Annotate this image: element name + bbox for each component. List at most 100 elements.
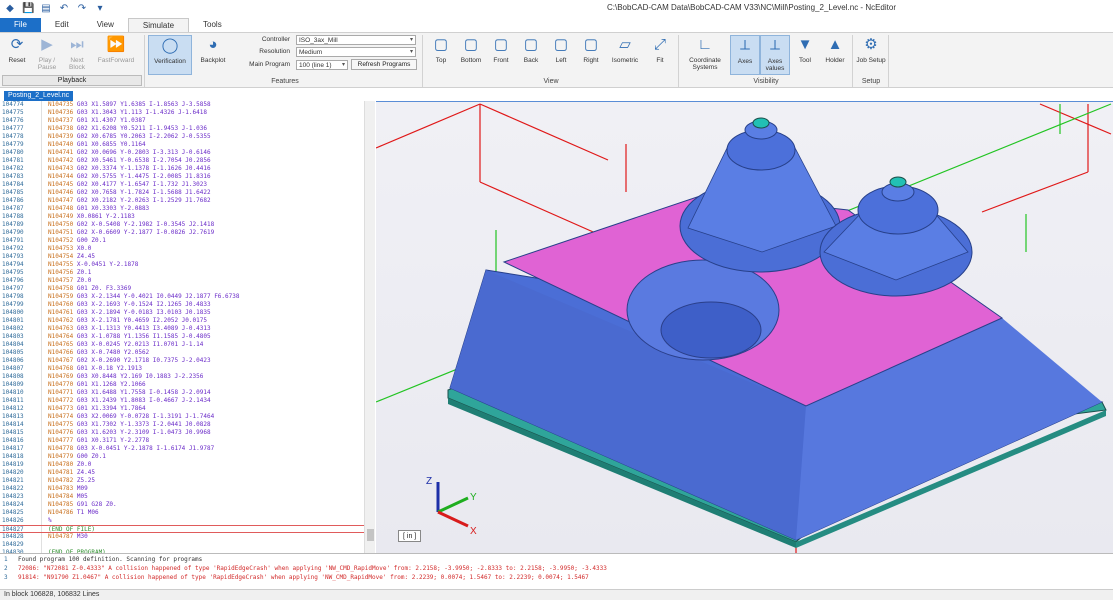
code-line[interactable]: 104791 N104752 G00 Z0.1 [0,237,372,245]
code-line[interactable]: 104797 N104758 G01 Z0. F3.3369 [0,285,372,293]
simulation-viewport[interactable]: Z Y X [ in ] [376,101,1113,553]
code-line[interactable]: 104783 N104744 G02 X0.5755 Y-1.4475 I-2.0… [0,173,372,181]
tool-button[interactable]: ▼ Tool [790,35,820,75]
code-line[interactable]: 104786 N104747 G02 X0.2182 Y-2.0263 I-1.2… [0,197,372,205]
code-line[interactable]: 104806 N104767 G02 X-0.2690 Y2.1718 I0.73… [0,357,372,365]
code-line[interactable]: 104810 N104771 G03 X1.6488 Y1.7558 I-0.14… [0,389,372,397]
playback-group-label[interactable]: Playback [2,75,142,86]
code-line[interactable]: 104824 N104785 G91 G28 Z0. [0,501,372,509]
dropdown-icon[interactable]: ▾ [94,3,106,15]
code-line[interactable]: 104802 N104763 G03 X-1.1313 Y0.4413 I3.40… [0,325,372,333]
code-line[interactable]: 104828 N104787 M30 [0,533,372,541]
code-line[interactable]: 104780 N104741 G02 X0.0696 Y-0.2803 I-3.3… [0,149,372,157]
code-line[interactable]: 104808 N104769 G03 X0.8448 Y2.169 I0.1883… [0,373,372,381]
code-line[interactable]: 104804 N104765 G03 X-0.0245 Y2.0213 I1.07… [0,341,372,349]
play-pause-button[interactable]: ▶ Play / Pause [32,35,62,75]
back-view-button[interactable]: ▢ Back [516,35,546,75]
code-line[interactable]: 104784 N104745 G02 X0.4177 Y-1.6547 I-1.7… [0,181,372,189]
code-line[interactable]: 104823 N104784 M05 [0,493,372,501]
code-line[interactable]: 104795 N104756 Z0.1 [0,269,372,277]
code-line[interactable]: 104809 N104770 G01 X1.1268 Y2.1066 [0,381,372,389]
backplot-button[interactable]: ◕ Backplot [196,35,230,75]
reset-button[interactable]: ⟳ Reset [2,35,32,75]
job-setup-button[interactable]: ⚙ Job Setup [856,35,886,75]
axes-values-button[interactable]: ⟂ Axes values [760,35,790,75]
code-line[interactable]: 104829 [0,541,372,549]
resolution-select[interactable]: Medium ▾ [296,47,416,57]
code-line[interactable]: 104811 N104772 G03 X1.2439 Y1.8083 I-0.46… [0,397,372,405]
code-line[interactable]: 104778 N104739 G02 X0.6785 Y0.2063 I-2.20… [0,133,372,141]
tab-tools[interactable]: Tools [189,18,236,32]
block-code: G02 X1.6208 Y0.5211 I-1.9453 J-1.036 [76,125,207,132]
controller-select[interactable]: ISO_3ax_Mill ▾ [296,35,416,45]
code-line[interactable]: 104815 N104776 G03 X1.6203 Y-2.3109 I-1.0… [0,429,372,437]
code-line[interactable]: 104820 N104781 Z4.45 [0,469,372,477]
code-line[interactable]: 104805 N104766 G03 X-0.7480 Y2.0562 [0,349,372,357]
code-line[interactable]: 104777 N104738 G02 X1.6208 Y0.5211 I-1.94… [0,125,372,133]
undo-icon[interactable]: ↶ [58,3,70,15]
code-line[interactable]: 104819 N104780 Z0.0 [0,461,372,469]
code-line[interactable]: 104813 N104774 G03 X2.0069 Y-0.0728 I-1.3… [0,413,372,421]
holder-button[interactable]: ▲ Holder [820,35,850,75]
code-line[interactable]: 104827 (END OF FILE) [0,525,372,533]
save-all-icon[interactable]: ▤ [40,3,52,15]
code-line[interactable]: 104782 N104743 G02 X0.3374 Y-1.1378 I-1.1… [0,165,372,173]
code-line[interactable]: 104814 N104775 G03 X1.7302 Y-1.3373 I-2.0… [0,421,372,429]
left-view-button[interactable]: ▢ Left [546,35,576,75]
code-line[interactable]: 104781 N104742 G02 X0.5461 Y-0.6538 I-2.7… [0,157,372,165]
code-line[interactable]: 104826 % [0,517,372,525]
code-line[interactable]: 104798 N104759 G03 X-2.1344 Y-0.4021 I0.0… [0,293,372,301]
code-line[interactable]: 104794 N104755 X-0.0451 Y-2.1878 [0,261,372,269]
axes-button[interactable]: ⟂ Axes [730,35,760,75]
code-line[interactable]: 104799 N104760 G03 X-2.1693 Y-0.1524 I2.1… [0,301,372,309]
code-line[interactable]: 104774 N104735 G03 X1.5897 Y1.6385 I-1.85… [0,101,372,109]
fit-button[interactable]: ⤢ Fit [645,35,675,75]
code-line[interactable]: 104796 N104757 Z0.0 [0,277,372,285]
code-text: N104773 G01 X1.3394 Y1.7864 [48,405,146,413]
isometric-view-button[interactable]: ▱ Isometric [606,35,644,75]
editor-scrollbar[interactable] [364,101,375,553]
code-line[interactable]: 104818 N104779 G00 Z0.1 [0,453,372,461]
code-line[interactable]: 104776 N104737 G01 X1.4307 Y1.0387 [0,117,372,125]
code-line[interactable]: 104785 N104746 G02 X0.7658 Y-1.7824 I-1.5… [0,189,372,197]
code-line[interactable]: 104816 N104777 G01 X0.3171 Y-2.2778 [0,437,372,445]
code-text: N104748 G01 X0.3303 Y-2.0883 [48,205,149,213]
code-line[interactable]: 104800 N104761 G03 X-2.1894 Y-0.0183 I3.0… [0,309,372,317]
refresh-programs-button[interactable]: Refresh Programs [351,59,417,70]
code-line[interactable]: 104822 N104783 M09 [0,485,372,493]
code-line[interactable]: 104792 N104753 X0.0 [0,245,372,253]
tab-simulate[interactable]: Simulate [127,18,190,32]
tab-view[interactable]: View [83,18,128,32]
coordinate-systems-button[interactable]: ∟ Coordinate Systems [682,35,728,75]
scrollbar-thumb[interactable] [367,529,374,541]
document-tab[interactable]: Posting_2_Level.nc [4,91,74,101]
code-line[interactable]: 104790 N104751 G02 X-0.6609 Y-2.1877 I-0.… [0,229,372,237]
next-block-button[interactable]: ⏭ Next Block [62,35,92,75]
code-line[interactable]: 104803 N104764 G03 X-1.0788 Y1.1356 I1.15… [0,333,372,341]
tab-file[interactable]: File [0,18,41,32]
code-line[interactable]: 104793 N104754 Z4.45 [0,253,372,261]
front-view-button[interactable]: ▢ Front [486,35,516,75]
code-line[interactable]: 104807 N104768 G01 X-0.18 Y2.1913 [0,365,372,373]
fast-forward-button[interactable]: ⏩ FastForward [94,35,138,75]
save-icon[interactable]: 💾 [22,3,34,15]
code-line[interactable]: 104825 N104786 T1 M06 [0,509,372,517]
tab-edit[interactable]: Edit [41,18,83,32]
right-view-button[interactable]: ▢ Right [576,35,606,75]
code-line[interactable]: 104779 N104740 G01 X0.6855 Y0.1164 [0,141,372,149]
verification-button[interactable]: ◯ Verification [148,35,192,75]
code-editor[interactable]: 104774 N104735 G03 X1.5897 Y1.6385 I-1.85… [0,101,375,553]
main-program-select[interactable]: 100 (line 1) ▾ [296,60,348,70]
code-line[interactable]: 104775 N104736 G03 X1.3043 Y1.113 I-1.432… [0,109,372,117]
bottom-view-button[interactable]: ▢ Bottom [456,35,486,75]
code-line[interactable]: 104801 N104762 G03 X-2.1781 Y0.4659 I2.20… [0,317,372,325]
code-line[interactable]: 104789 N104750 G02 X-0.5408 Y-2.1982 I-0.… [0,221,372,229]
redo-icon[interactable]: ↷ [76,3,88,15]
code-line[interactable]: 104817 N104778 G03 X-0.0451 Y-2.1878 I-1.… [0,445,372,453]
code-line[interactable]: 104788 N104749 X0.0861 Y-2.1183 [0,213,372,221]
fast-forward-icon: ⏩ [106,36,126,53]
top-view-button[interactable]: ▢ Top [426,35,456,75]
code-line[interactable]: 104787 N104748 G01 X0.3303 Y-2.0883 [0,205,372,213]
code-line[interactable]: 104821 N104782 Z5.25 [0,477,372,485]
code-line[interactable]: 104812 N104773 G01 X1.3394 Y1.7864 [0,405,372,413]
